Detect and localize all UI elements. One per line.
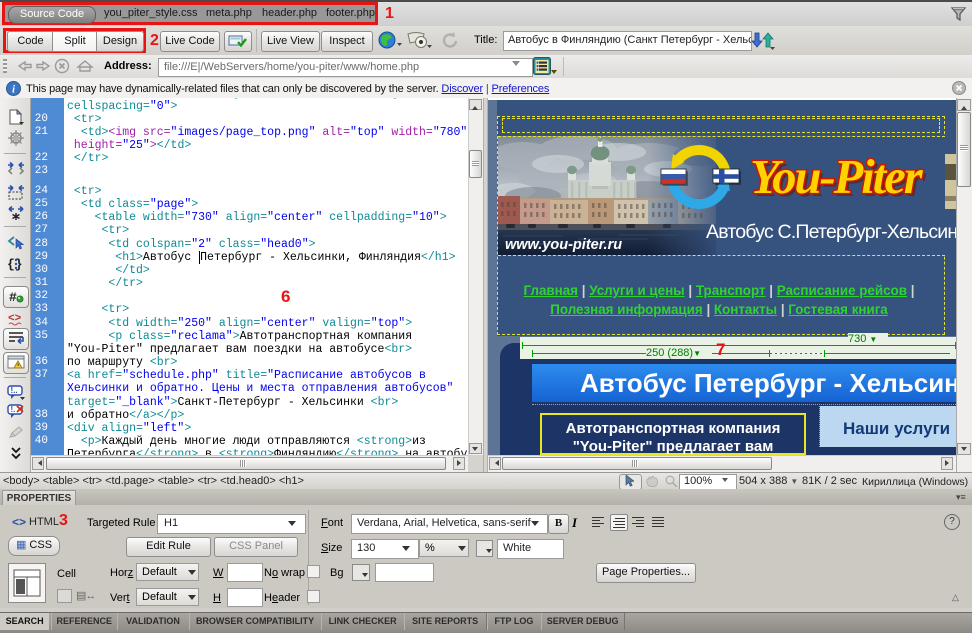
svg-text:{}: {} (7, 257, 23, 272)
svg-text:www.you-piter.ru: www.you-piter.ru (505, 237, 622, 253)
svg-text:!.: !. (11, 405, 16, 414)
svg-text:!..: !.. (11, 386, 18, 395)
svg-text:#: # (9, 290, 17, 305)
svg-text:Автобус С.Петербург-Хельсинки: Автобус С.Петербург-Хельсинки (706, 221, 956, 243)
svg-text:You-Piter: You-Piter (750, 151, 924, 204)
